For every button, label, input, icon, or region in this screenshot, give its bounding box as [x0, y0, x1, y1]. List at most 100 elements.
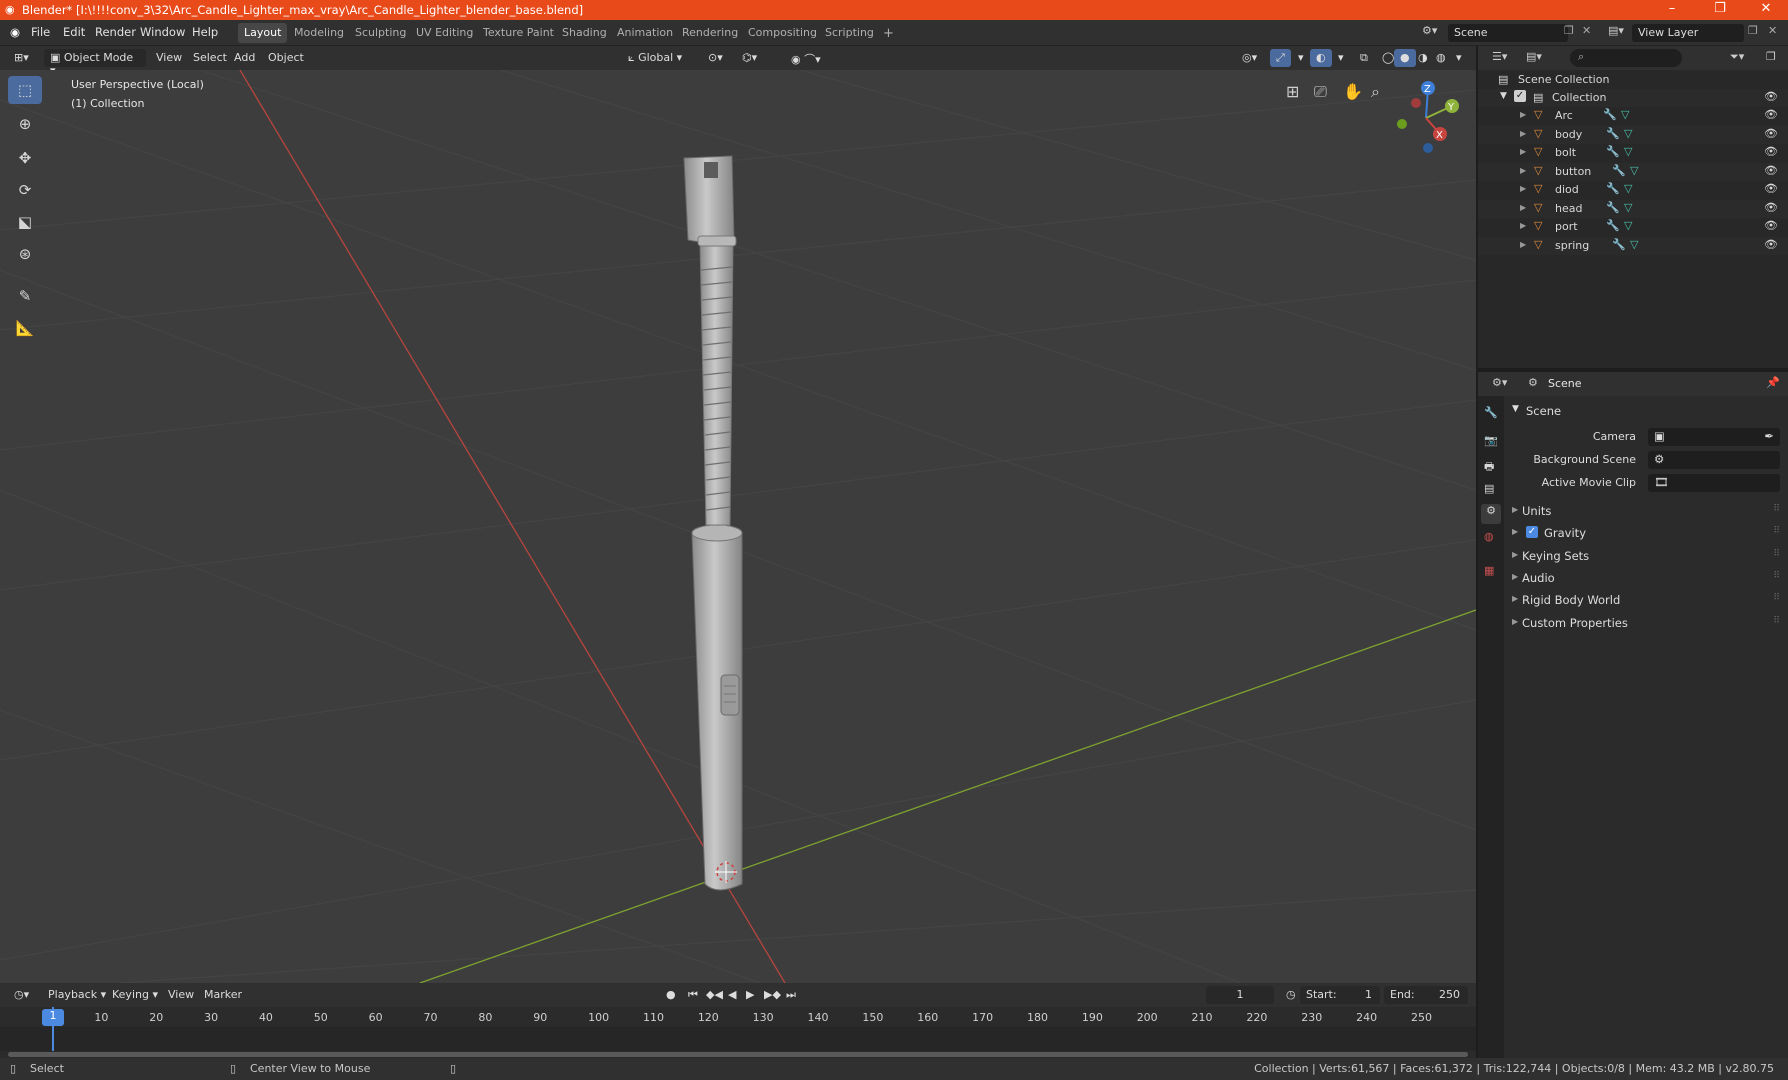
move-tool[interactable]: ✥ [8, 144, 42, 172]
object-visibility-icon[interactable]: 👁 [1764, 127, 1778, 140]
mesh-data-icon[interactable]: ▽ [1624, 127, 1632, 140]
modifier-icon[interactable]: 🔧 [1606, 145, 1620, 158]
editor-type-icon[interactable]: ⊞▾ [8, 49, 35, 67]
start-frame-field[interactable]: Start: 1 [1300, 986, 1380, 1004]
outliner-row-body[interactable]: ▶ ▽ body 🔧 ▽ 👁 [1478, 125, 1788, 144]
menu-render[interactable]: Render [95, 25, 136, 39]
eyedropper-icon[interactable]: ✒ [1764, 429, 1774, 443]
xray-icon[interactable]: ⧉ [1354, 49, 1374, 67]
object-visibility-icon[interactable]: 👁 [1764, 108, 1778, 121]
view-layer-tab-icon[interactable]: ▤ [1484, 482, 1494, 495]
drag-handle-icon[interactable]: ⠿ [1773, 526, 1780, 536]
scene-selector[interactable]: Scene [1448, 24, 1568, 42]
world-tab-icon[interactable]: ◍ [1484, 530, 1494, 543]
gizmo-dropdown-icon[interactable]: ▾ [1292, 49, 1310, 67]
modifier-icon[interactable]: 🔧 [1612, 164, 1626, 177]
view-layer-selector[interactable]: View Layer [1632, 24, 1744, 42]
overlay-dropdown-icon[interactable]: ▾ [1332, 49, 1350, 67]
expand-arrow-icon[interactable]: ▶ [1520, 203, 1526, 212]
object-mode-dropdown[interactable]: ▣ Object Mode ▾ [44, 49, 146, 77]
drag-handle-icon[interactable]: ⠿ [1773, 616, 1780, 626]
transform-tool[interactable]: ⊛ [8, 240, 42, 268]
modifier-icon[interactable]: 🔧 [1606, 127, 1620, 140]
pin-icon[interactable]: 📌 [1766, 376, 1780, 389]
new-scene-icon[interactable]: ❐ [1564, 24, 1574, 37]
object-visibility-icon[interactable]: 👁 [1764, 201, 1778, 214]
outliner-row-arc[interactable]: ▶ ▽ Arc 🔧 ▽ 👁 [1478, 107, 1788, 125]
gravity-checkbox[interactable]: ✓ [1526, 526, 1538, 539]
menu-add[interactable]: Add [228, 49, 261, 67]
expand-arrow-icon[interactable]: ▶ [1520, 129, 1526, 138]
current-frame-field[interactable]: 1 [1206, 986, 1274, 1004]
tab-rendering[interactable]: Rendering [676, 23, 744, 43]
menu-file[interactable]: File [31, 25, 50, 39]
scene-section-header[interactable]: ▼ Scene [1504, 402, 1788, 422]
visibility-icon[interactable]: ◎▾ [1236, 49, 1263, 67]
cursor-tool[interactable]: ⊕ [8, 110, 42, 138]
jump-end-icon[interactable]: ⏭ [780, 986, 802, 1004]
close-button[interactable]: ✕ [1746, 1, 1786, 16]
snap-icon[interactable]: ⌬▾ [736, 49, 763, 67]
panel-units[interactable]: ▶ Units ⠿ [1504, 502, 1788, 522]
orientation-dropdown[interactable]: ⟀ Global ▾ [622, 49, 688, 67]
expand-arrow-icon[interactable]: ▶ [1520, 110, 1526, 119]
end-frame-field[interactable]: End: 250 [1384, 986, 1468, 1004]
active-movie-clip-field[interactable]: 🎞 [1648, 474, 1780, 492]
tab-scripting[interactable]: Scripting [819, 23, 880, 43]
mesh-data-icon[interactable]: ▽ [1630, 164, 1638, 177]
filter-icon[interactable]: ⏷▾ [1730, 50, 1744, 64]
outliner-editor-type-icon[interactable]: ☰▾ [1492, 50, 1507, 63]
modifier-icon[interactable]: 🔧 [1603, 108, 1617, 121]
rotate-tool[interactable]: ⟳ [8, 176, 42, 204]
rendered-shading-icon[interactable]: ◍ [1430, 49, 1452, 67]
tab-texture-paint[interactable]: Texture Paint [477, 23, 560, 43]
menu-window[interactable]: Window [140, 25, 185, 39]
3d-viewport[interactable]: User Perspective (Local) (1) Collection … [0, 70, 1476, 983]
expand-arrow-icon[interactable]: ▶ [1520, 166, 1526, 175]
background-scene-field[interactable]: ⚙ [1648, 451, 1780, 469]
shading-dropdown-icon[interactable]: ▾ [1450, 49, 1468, 67]
camera-field[interactable]: ▣ ✒ [1648, 428, 1780, 446]
mesh-data-icon[interactable]: ▽ [1624, 182, 1632, 195]
tool-tab-icon[interactable]: 🔧 [1484, 406, 1498, 419]
mesh-data-icon[interactable]: ▽ [1630, 238, 1638, 251]
keying-menu[interactable]: Keying ▾ [106, 986, 164, 1004]
tab-uv-editing[interactable]: UV Editing [410, 23, 479, 43]
outliner-row-spring[interactable]: ▶ ▽ spring 🔧 ▽ 👁 [1478, 236, 1788, 255]
minimize-button[interactable]: – [1652, 1, 1692, 16]
menu-help[interactable]: Help [192, 25, 218, 39]
new-collection-icon[interactable]: ❐ [1766, 50, 1776, 63]
playback-menu[interactable]: Playback ▾ [42, 986, 112, 1004]
panel-custom-properties[interactable]: ▶ Custom Properties ⠿ [1504, 614, 1788, 634]
outliner-row-button[interactable]: ▶ ▽ button 🔧 ▽ 👁 [1478, 162, 1788, 181]
expand-arrow-icon[interactable]: ▶ [1520, 240, 1526, 249]
modifier-icon[interactable]: 🔧 [1606, 219, 1620, 232]
menu-select[interactable]: Select [187, 49, 233, 67]
scale-tool[interactable]: ⬕ [8, 208, 42, 236]
add-workspace-button[interactable]: + [877, 23, 900, 43]
outliner-search-input[interactable]: ⌕ [1570, 49, 1682, 67]
properties-editor-type-icon[interactable]: ⚙▾ [1492, 376, 1507, 389]
menu-edit[interactable]: Edit [63, 25, 85, 39]
perspective-toggle-icon[interactable]: ⊞ [1286, 82, 1299, 101]
pan-view-icon[interactable]: ✋ [1343, 82, 1363, 101]
playhead-frame-badge[interactable]: 1 [42, 1009, 64, 1026]
outliner-row-bolt[interactable]: ▶ ▽ bolt 🔧 ▽ 👁 [1478, 144, 1788, 162]
display-mode-icon[interactable]: ▤▾ [1526, 50, 1542, 63]
camera-view-icon[interactable]: ⎚ [1314, 82, 1327, 102]
new-view-layer-icon[interactable]: ❐ [1748, 24, 1758, 37]
modifier-icon[interactable]: 🔧 [1606, 201, 1620, 214]
object-visibility-icon[interactable]: 👁 [1764, 182, 1778, 195]
overlay-toggle-icon[interactable]: ◐ [1310, 49, 1332, 67]
outliner-row-diod[interactable]: ▶ ▽ diod 🔧 ▽ 👁 [1478, 181, 1788, 199]
record-icon[interactable]: ● [660, 986, 682, 1004]
drag-handle-icon[interactable]: ⠿ [1773, 504, 1780, 514]
delete-view-layer-icon[interactable]: ✕ [1768, 24, 1777, 37]
timeline-editor-type-icon[interactable]: ◷▾ [8, 986, 35, 1004]
panel-gravity[interactable]: ▶ ✓ Gravity ⠿ [1504, 524, 1788, 544]
blender-menu-icon[interactable]: ◉ [10, 25, 20, 39]
drag-handle-icon[interactable]: ⠿ [1773, 571, 1780, 581]
measure-tool[interactable]: 📐 [8, 314, 42, 342]
tab-sculpting[interactable]: Sculpting [349, 23, 412, 43]
texture-tab-icon[interactable]: ▦ [1484, 564, 1494, 577]
